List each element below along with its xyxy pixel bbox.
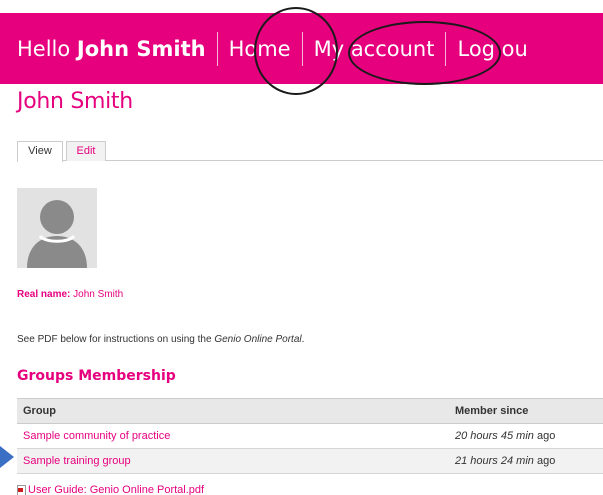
pdf-icon <box>17 484 26 495</box>
column-header-group[interactable]: Group <box>17 398 449 424</box>
user-name: John Smith <box>76 36 206 61</box>
group-link[interactable]: Sample community of practice <box>23 430 170 442</box>
real-name-label: Real name: <box>17 289 71 300</box>
member-since-cell: 20 hours 45 min ago <box>449 423 603 449</box>
greeting: Hello John Smith <box>17 36 206 61</box>
annotation-circle-my-account <box>348 21 501 85</box>
nav-separator <box>216 31 218 66</box>
tab-view[interactable]: View <box>17 141 63 162</box>
member-since-cell: 21 hours 24 min ago <box>449 448 603 474</box>
groups-section-title: Groups Membership <box>17 368 176 384</box>
table-row: Sample community of practice 20 hours 45… <box>17 423 603 449</box>
real-name-value: John Smith <box>73 289 124 300</box>
annotation-circle-home <box>254 7 338 95</box>
real-name-row: Real name: John Smith <box>17 289 123 300</box>
page-title: John Smith <box>17 89 133 114</box>
tab-edit[interactable]: Edit <box>66 141 106 161</box>
attachment-label: User Guide: Genio Online Portal.pdf <box>28 484 205 495</box>
table-header-row: Group Member since <box>17 398 603 424</box>
column-header-member-since[interactable]: Member since <box>449 398 603 424</box>
profile-tabs: View Edit <box>17 141 603 162</box>
annotation-arrow-icon <box>0 446 14 468</box>
portal-name: Genio Online Portal <box>214 334 302 345</box>
table-row: Sample training group 21 hours 24 min ag… <box>17 448 603 474</box>
user-silhouette-icon <box>27 200 87 268</box>
avatar <box>17 188 97 268</box>
instructions-note: See PDF below for instructions on using … <box>17 334 305 345</box>
attachment-link[interactable]: User Guide: Genio Online Portal.pdf <box>17 484 204 495</box>
group-link[interactable]: Sample training group <box>23 455 131 467</box>
groups-table: Group Member since Sample community of p… <box>17 398 603 474</box>
